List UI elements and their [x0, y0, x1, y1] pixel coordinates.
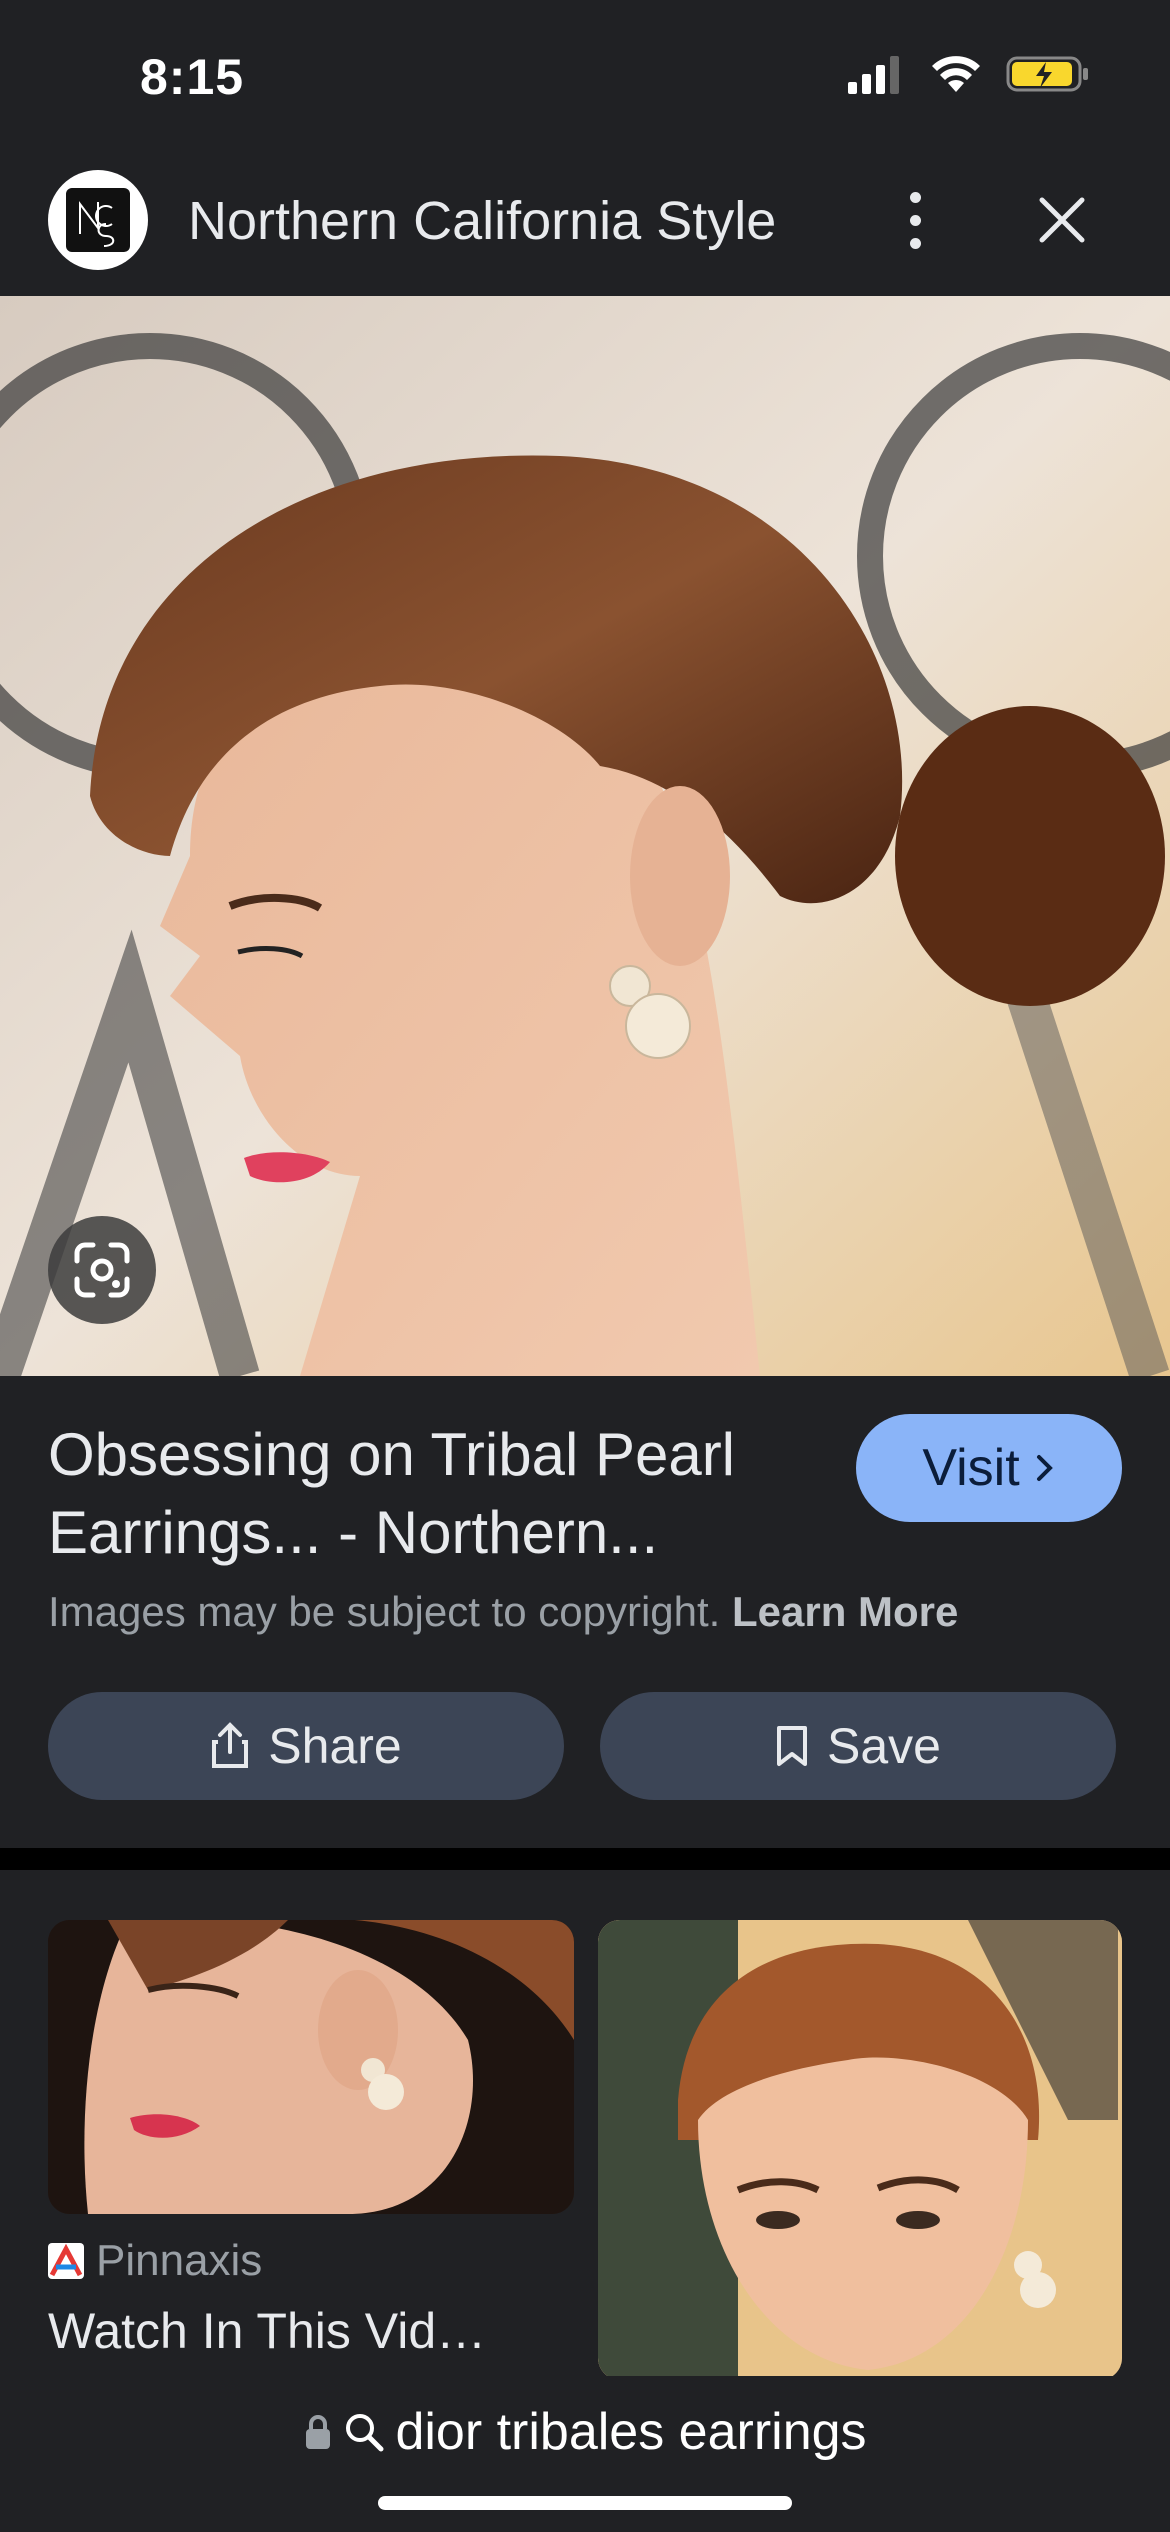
related-card[interactable] — [598, 1920, 1122, 2376]
viewer-header: Northern California Style — [0, 150, 1170, 296]
status-bar: 8:15 — [0, 0, 1170, 150]
chevron-right-icon — [1036, 1455, 1053, 1481]
home-indicator[interactable] — [378, 2496, 792, 2510]
related-results: Pinnaxis Watch In This Vid… — [0, 1870, 1170, 2376]
related-thumbnail[interactable] — [598, 1920, 1122, 2376]
more-options-button[interactable] — [890, 180, 940, 260]
save-label: Save — [827, 1718, 941, 1774]
related-photo — [48, 1920, 574, 2214]
browser-bottom-bar: dior tribales earrings — [0, 2376, 1170, 2532]
share-button[interactable]: Share — [48, 1692, 564, 1800]
search-icon — [346, 2414, 384, 2452]
related-thumbnail[interactable] — [48, 1920, 574, 2214]
related-photo — [598, 1920, 1122, 2376]
site-logo-mark — [66, 188, 130, 252]
source-row: Pinnaxis — [48, 2236, 574, 2286]
visit-button[interactable]: Visit — [856, 1414, 1122, 1522]
copyright-notice: Images may be subject to copyright. Lear… — [48, 1588, 958, 1636]
related-card[interactable]: Pinnaxis Watch In This Vid… — [48, 1920, 574, 2360]
save-button[interactable]: Save — [600, 1692, 1116, 1800]
address-bar[interactable]: dior tribales earrings — [0, 2402, 1170, 2462]
wifi-icon — [932, 56, 980, 92]
hero-photo — [0, 296, 1170, 1376]
hero-image[interactable] — [0, 296, 1170, 1376]
learn-more-link[interactable]: Learn More — [732, 1588, 958, 1635]
status-time: 8:15 — [140, 49, 245, 105]
status-icons — [846, 54, 1090, 94]
lock-icon — [306, 2415, 331, 2449]
result-title[interactable]: Obsessing on Tribal Pearl Earrings... - … — [48, 1416, 808, 1572]
result-info: Obsessing on Tribal Pearl Earrings... - … — [0, 1376, 1170, 1848]
copyright-text: Images may be subject to copyright. — [48, 1588, 721, 1635]
site-logo[interactable] — [48, 170, 148, 270]
more-dot — [909, 214, 921, 226]
battery-charging-icon — [1006, 56, 1088, 92]
ncs-logo-icon — [79, 201, 115, 247]
more-vertical-icon — [909, 191, 921, 203]
source-name: Pinnaxis — [96, 2236, 263, 2285]
section-divider — [0, 1848, 1170, 1870]
share-icon — [212, 1722, 249, 1768]
bookmark-icon — [777, 1726, 808, 1766]
card-title[interactable]: Watch In This Vid… — [48, 2302, 528, 2360]
address-text: dior tribales earrings — [395, 2403, 867, 2461]
more-dot — [909, 237, 921, 249]
pinnaxis-favicon-icon — [48, 2243, 84, 2279]
google-lens-icon — [74, 1242, 130, 1298]
close-icon[interactable] — [1030, 188, 1094, 252]
site-title[interactable]: Northern California Style — [188, 190, 776, 252]
cellular-signal-icon — [848, 56, 899, 94]
google-lens-button[interactable] — [48, 1216, 156, 1324]
share-label: Share — [268, 1718, 402, 1774]
visit-label: Visit — [922, 1439, 1020, 1497]
